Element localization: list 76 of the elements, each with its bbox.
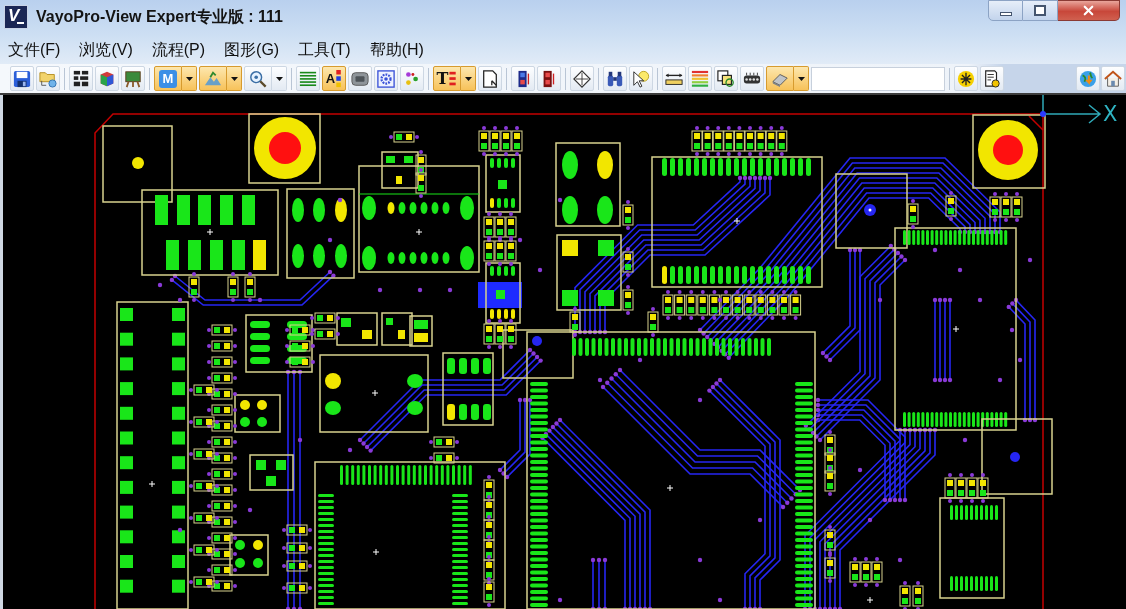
document-button[interactable] <box>980 66 1004 91</box>
burst-icon <box>957 69 975 88</box>
dots-button[interactable] <box>400 66 424 91</box>
diamond-icon <box>573 69 591 88</box>
axis-arrow <box>1040 95 1102 124</box>
dropdown-button[interactable] <box>461 66 476 91</box>
save-button[interactable] <box>10 66 34 91</box>
binoculars-icon <box>606 69 624 88</box>
gear-icon <box>377 69 395 88</box>
cube-button[interactable] <box>95 66 119 91</box>
component-button[interactable] <box>511 66 535 91</box>
dots-icon <box>403 69 421 88</box>
menu-item[interactable]: 图形(G) <box>224 42 280 58</box>
window-title: VayoPro-View Expert专业版 : 111 <box>36 7 283 27</box>
bars-icon <box>449 69 458 88</box>
ruler-button[interactable] <box>662 66 686 91</box>
maximize-icon <box>1034 5 1046 16</box>
zoom-button[interactable] <box>244 66 272 91</box>
home-icon <box>1104 69 1122 88</box>
folder-icon <box>39 69 57 88</box>
page-icon <box>481 69 499 88</box>
page-button[interactable] <box>478 66 502 91</box>
lines-icon <box>299 69 317 88</box>
component-button[interactable] <box>537 66 561 91</box>
stripes-button[interactable] <box>688 66 712 91</box>
menu-item[interactable]: 帮助(H) <box>369 42 424 58</box>
a-button[interactable]: A <box>322 66 346 91</box>
dropdown-button[interactable] <box>182 66 197 91</box>
connector-button[interactable] <box>740 66 764 91</box>
menu-item[interactable]: 文件(F) <box>8 42 61 58</box>
globe-icon <box>1079 69 1097 88</box>
gear-button[interactable] <box>374 66 398 91</box>
document-gear-icon <box>983 69 1001 88</box>
caret-icon <box>185 76 193 81</box>
close-icon <box>1081 3 1096 18</box>
burst-button[interactable] <box>954 66 978 91</box>
globe-button[interactable] <box>1076 66 1100 91</box>
save-icon <box>13 69 31 88</box>
caret-icon <box>275 76 283 81</box>
mountain-icon <box>204 69 222 88</box>
stripes-icon <box>691 69 709 88</box>
chip-icon <box>351 69 369 88</box>
menu-item[interactable]: 工具(T) <box>298 42 351 58</box>
shapes-icon <box>717 69 735 88</box>
input-field[interactable] <box>811 66 945 91</box>
bulb-button[interactable] <box>629 66 653 91</box>
binoculars-button[interactable] <box>603 66 627 91</box>
folder-button[interactable] <box>36 66 60 91</box>
chip-button[interactable] <box>348 66 372 91</box>
diamond-button[interactable] <box>570 66 594 91</box>
t-button[interactable]: T <box>433 66 461 91</box>
grid-button[interactable] <box>69 66 93 91</box>
easel-icon <box>124 69 142 88</box>
board-button[interactable] <box>121 66 145 91</box>
lightbulb-icon <box>632 69 650 88</box>
home-button[interactable] <box>1101 66 1125 91</box>
close-button[interactable] <box>1058 0 1120 21</box>
magnifier-icon <box>249 69 267 88</box>
caret-icon <box>230 76 238 81</box>
grid-icon <box>72 69 90 88</box>
shapes-button[interactable] <box>714 66 738 91</box>
minimize-button[interactable] <box>988 0 1023 21</box>
minimize-icon <box>999 11 1012 16</box>
dropdown-button[interactable] <box>272 66 287 91</box>
dropdown-button[interactable] <box>794 66 809 91</box>
menu-item[interactable]: 流程(P) <box>151 42 206 58</box>
cube-icon <box>98 69 116 88</box>
color-squares-icon <box>336 69 343 88</box>
menu-item[interactable]: 浏览(V) <box>79 42 133 58</box>
caret-icon <box>464 76 472 81</box>
lines-button[interactable] <box>296 66 320 91</box>
dropdown-button[interactable] <box>227 66 242 91</box>
app-logo: V <box>4 5 28 29</box>
caret-icon <box>797 76 805 81</box>
axis-label: X <box>1103 102 1118 126</box>
maximize-button[interactable] <box>1023 0 1058 21</box>
